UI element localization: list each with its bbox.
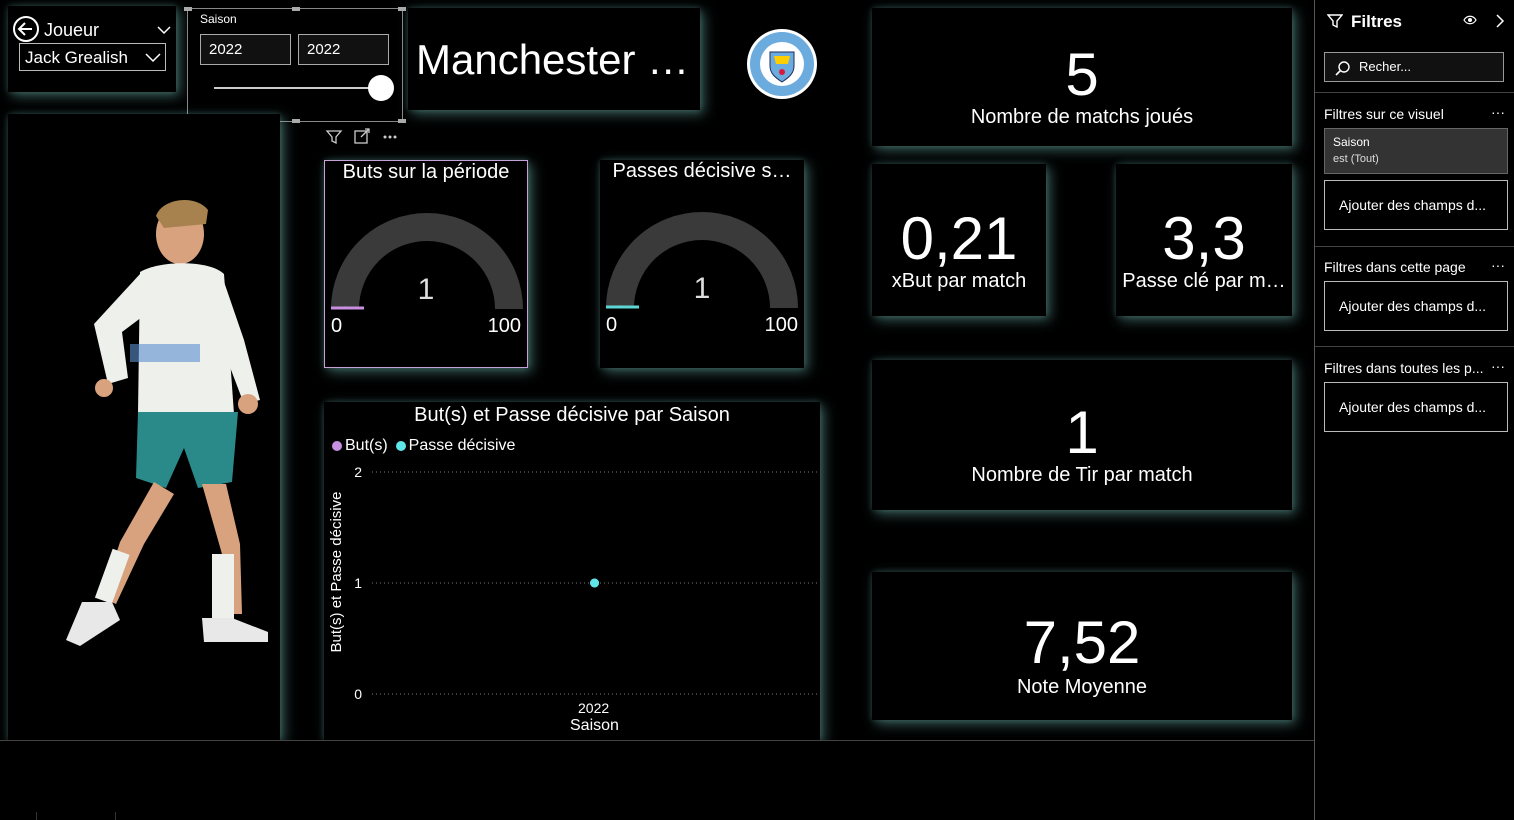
gauge-assists-title: Passes décisive s…	[612, 160, 792, 182]
filter-search-placeholder: Recher...	[1359, 59, 1412, 74]
back-arrow-icon[interactable]	[12, 15, 40, 43]
gauge-assists-value: 1	[693, 272, 711, 305]
kpi-tirs-label: Nombre de Tir par match	[971, 464, 1193, 486]
kpi-passe-cle-value: 3,3	[1162, 205, 1246, 272]
kpi-note-value: 7,52	[1023, 609, 1141, 676]
search-icon	[1335, 61, 1350, 76]
player-slicer-title: Joueur	[44, 20, 100, 40]
dashboard-title: Manchester …	[416, 36, 690, 83]
add-fields-label: Ajouter des champs d...	[1339, 399, 1487, 415]
dashboard-title-card: Manchester …	[408, 8, 700, 110]
season-slider-thumb[interactable]	[368, 75, 394, 101]
divider	[1315, 246, 1514, 247]
more-options-icon[interactable]: ···	[1491, 104, 1505, 120]
chevron-right-icon[interactable]	[1495, 14, 1505, 28]
chart-plot-area: 0 1 2	[354, 464, 818, 702]
more-options-icon	[383, 135, 387, 139]
kpi-passe-cle[interactable]: 3,3 Passe clé par m…	[1116, 164, 1292, 316]
filter-pane: Filtres Recher... Filtres sur ce visuel …	[1314, 0, 1514, 820]
season-from-input[interactable]: 2022	[200, 34, 291, 65]
chevron-down-icon	[145, 53, 161, 63]
section-all-pages-filters: Filtres dans toutes les p...	[1324, 360, 1484, 376]
gauge-goals-max: 100	[487, 315, 521, 337]
page-tabs-bar	[0, 740, 1314, 820]
goals-assists-chart[interactable]: But(s) et Passe décisive par Saison But(…	[324, 402, 820, 740]
kpi-note-label: Note Moyenne	[1016, 676, 1148, 698]
club-logo	[747, 29, 817, 99]
resize-handle[interactable]	[292, 7, 300, 11]
season-slider-track[interactable]	[214, 87, 384, 89]
resize-handle[interactable]	[398, 119, 406, 123]
kpi-matches-value: 5	[1065, 41, 1099, 108]
filter-search-input[interactable]: Recher...	[1324, 52, 1504, 82]
gauge-goals-value: 1	[417, 273, 435, 306]
resize-handle[interactable]	[292, 119, 300, 123]
gauge-goals-title: Buts sur la période	[342, 161, 510, 183]
chart-x-axis-label: Saison	[570, 717, 619, 734]
add-fields-page[interactable]: Ajouter des champs d...	[1324, 281, 1508, 331]
more-options-icon[interactable]: ···	[1491, 257, 1505, 273]
season-filter-state: est (Tout)	[1333, 153, 1379, 165]
page-tab[interactable]	[36, 812, 116, 820]
season-slicer-title: Saison	[200, 12, 237, 26]
player-dropdown[interactable]: Jack Grealish	[19, 43, 166, 71]
season-filter-name: Saison	[1333, 135, 1370, 149]
gauge-assists[interactable]: Passes décisive s… 1 0 100	[600, 160, 804, 368]
player-photo-card	[8, 114, 280, 740]
divider	[1315, 346, 1514, 347]
kpi-tirs-value: 1	[1065, 399, 1099, 466]
kpi-matches-label: Nombre de matchs joués	[970, 106, 1194, 128]
eye-icon[interactable]	[1463, 14, 1477, 26]
chart-y-axis-label: But(s) et Passe décisive	[328, 491, 345, 653]
season-to-input[interactable]: 2022	[298, 34, 389, 65]
filter-icon	[325, 130, 343, 145]
y-tick-label: 2	[354, 464, 362, 480]
player-photo	[66, 199, 268, 646]
more-options-icon[interactable]: ···	[1491, 358, 1505, 374]
chevron-down-icon[interactable]	[156, 22, 172, 38]
kpi-passe-cle-label: Passe clé par m…	[1122, 270, 1286, 292]
visual-header-toolbar	[325, 128, 397, 145]
section-visual-filters: Filtres sur ce visuel	[1324, 106, 1444, 122]
gauge-assists-min: 0	[606, 314, 618, 336]
resize-handle[interactable]	[184, 7, 192, 11]
gauge-goals-min: 0	[331, 315, 343, 337]
data-point-passe-d-cisive	[590, 578, 600, 588]
kpi-tirs[interactable]: 1 Nombre de Tir par match	[872, 360, 1292, 510]
season-slicer[interactable]: Saison 2022 2022	[184, 7, 406, 123]
player-slicer: Joueur Jack Grealish	[8, 6, 176, 92]
kpi-xbut-value: 0,21	[900, 205, 1018, 272]
y-tick-label: 0	[354, 686, 362, 702]
add-fields-label: Ajouter des champs d...	[1339, 298, 1487, 314]
kpi-xbut-label: xBut par match	[891, 270, 1027, 292]
kpi-matches[interactable]: 5 Nombre de matchs joués	[872, 8, 1292, 146]
section-page-filters: Filtres dans cette page	[1324, 259, 1466, 275]
filter-icon	[1327, 14, 1343, 29]
gauge-goals[interactable]: Buts sur la période 1 0 100	[324, 160, 528, 368]
add-fields-label: Ajouter des champs d...	[1339, 197, 1487, 213]
player-dropdown-value: Jack Grealish	[25, 48, 128, 67]
resize-handle[interactable]	[398, 7, 406, 11]
kpi-xbut[interactable]: 0,21 xBut par match	[872, 164, 1046, 316]
add-fields-all-pages[interactable]: Ajouter des champs d...	[1324, 382, 1508, 432]
divider	[1315, 92, 1514, 93]
chart-x-tick: 2022	[578, 700, 610, 716]
y-tick-label: 1	[354, 575, 362, 591]
season-filter-card[interactable]: Saison est (Tout)	[1324, 128, 1508, 174]
add-fields-visual[interactable]: Ajouter des champs d...	[1324, 180, 1508, 230]
gauge-assists-max: 100	[764, 314, 798, 336]
filter-pane-title: Filtres	[1351, 12, 1403, 31]
kpi-note[interactable]: 7,52 Note Moyenne	[872, 572, 1292, 720]
